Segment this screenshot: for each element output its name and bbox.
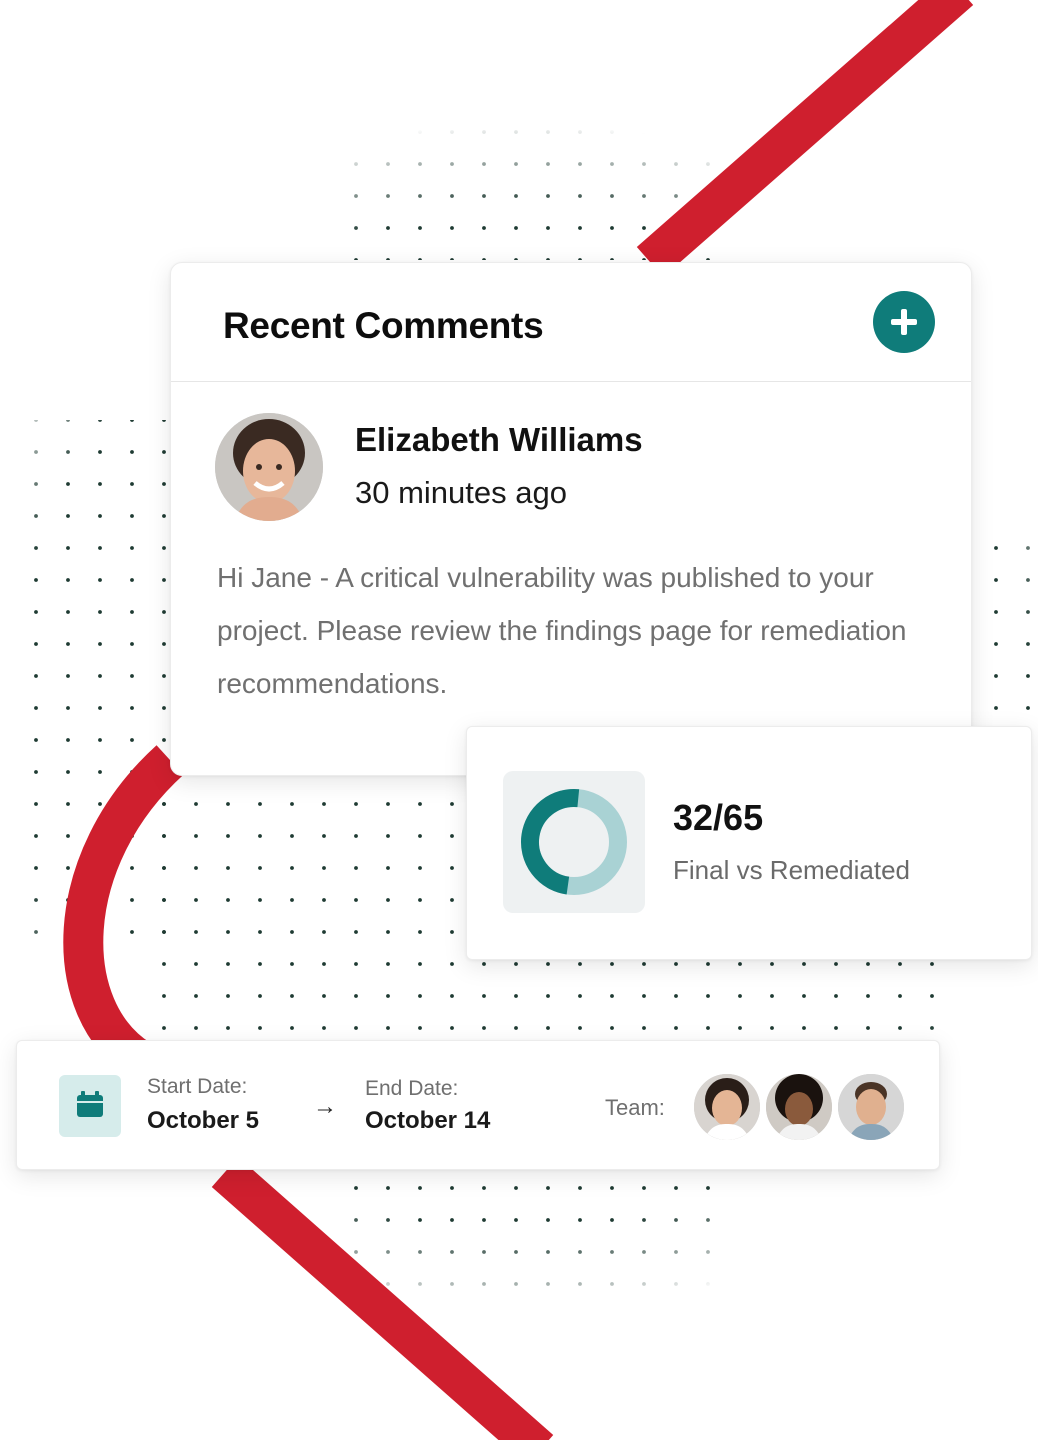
comment-body: Hi Jane - A critical vulnerability was p… <box>217 562 907 699</box>
add-comment-button[interactable] <box>873 291 935 353</box>
progress-donut <box>521 789 627 895</box>
recent-comments-card: Recent Comments Elizabeth Williams 30 mi… <box>170 262 972 776</box>
comment-timestamp: 30 minutes ago <box>355 475 567 510</box>
card-header: Recent Comments <box>171 263 971 382</box>
card-title: Recent Comments <box>223 305 544 346</box>
calendar-icon <box>59 1075 121 1137</box>
team-member-avatar[interactable] <box>835 1071 907 1143</box>
timeline-bar: Start Date: October 5 → End Date: Octobe… <box>16 1040 940 1170</box>
avatar <box>215 413 323 521</box>
team-label: Team: <box>605 1095 665 1120</box>
donut-chart-tile <box>503 771 645 913</box>
team-member-avatar[interactable] <box>763 1071 835 1143</box>
remediation-stats-card: 32/65 Final vs Remediated <box>466 726 1032 960</box>
arrow-right-icon: → <box>313 1093 337 1120</box>
end-date-value[interactable]: October 14 <box>365 1107 490 1135</box>
team-member-avatar[interactable] <box>691 1071 763 1143</box>
start-date-label: Start Date: <box>147 1075 248 1098</box>
plus-icon <box>891 309 917 335</box>
comment-author: Elizabeth Williams <box>355 421 643 458</box>
stat-value: 32/65 <box>673 797 764 838</box>
start-date-value[interactable]: October 5 <box>147 1107 259 1135</box>
end-date-label: End Date: <box>365 1077 459 1100</box>
stat-label: Final vs Remediated <box>673 855 910 885</box>
